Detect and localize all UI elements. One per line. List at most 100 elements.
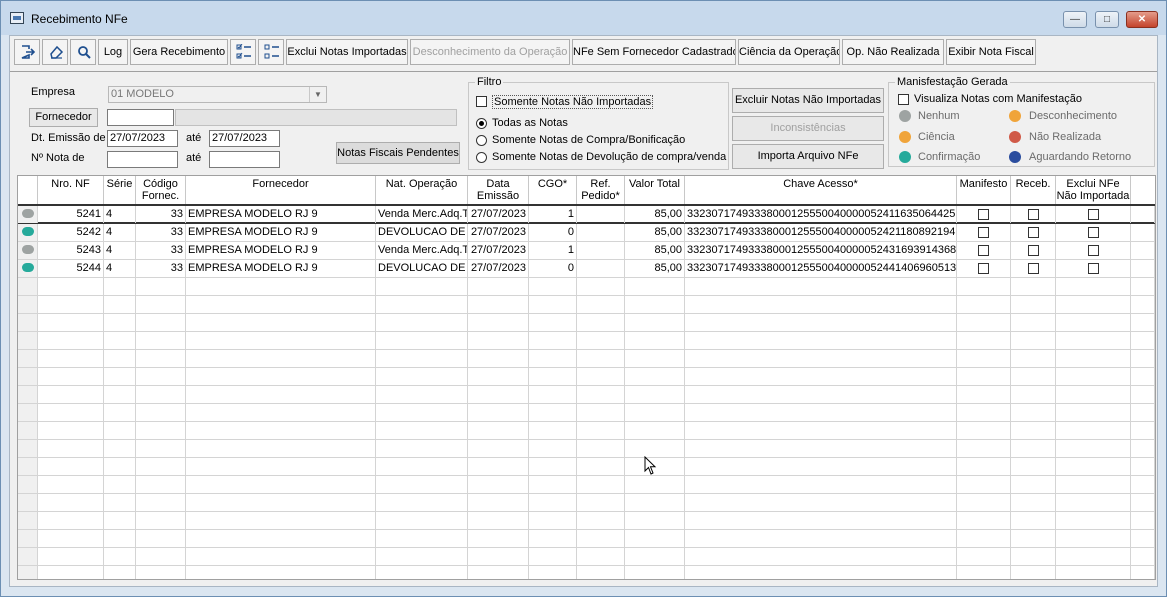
- somente-nao-importadas-checkbox[interactable]: [476, 96, 487, 107]
- cell-serie: [104, 368, 136, 385]
- table-row[interactable]: 5244 4 33 EMPRESA MODELO RJ 9 DEVOLUCAO DE 27…: [18, 260, 1155, 278]
- cell-valor: [625, 476, 685, 493]
- cell-chave: [685, 548, 957, 565]
- inconsistencias-button[interactable]: Inconsistências: [732, 116, 884, 141]
- visualiza-manifestacao-label: Visualiza Notas com Manifestação: [914, 93, 1082, 105]
- receb-checkbox[interactable]: [1027, 263, 1039, 274]
- close-button[interactable]: ✕: [1126, 11, 1158, 28]
- cell-cgo: [529, 458, 577, 475]
- exclui-checkbox[interactable]: [1087, 209, 1099, 220]
- table-row[interactable]: 5243 4 33 EMPRESA MODELO RJ 9 Venda Merc.Adq…: [18, 242, 1155, 260]
- importa-arquivo-button[interactable]: Importa Arquivo NFe: [732, 144, 884, 169]
- nota-ate-input[interactable]: [209, 151, 280, 168]
- table-row[interactable]: 5241 4 33 EMPRESA MODELO RJ 9 Venda Merc.Adq…: [18, 206, 1155, 224]
- manifesto-checkbox[interactable]: [978, 263, 989, 274]
- notas-grid[interactable]: Nro. NF Série Código Fornec. Fornecedor N…: [17, 175, 1156, 580]
- notas-pendentes-button[interactable]: Notas Fiscais Pendentes: [336, 142, 460, 164]
- cell-nat: [376, 314, 468, 331]
- receb-checkbox[interactable]: [1027, 245, 1039, 256]
- empresa-select[interactable]: 01 MODELO ▼: [108, 86, 327, 103]
- op-nao-realizada-button[interactable]: Op. Não Realizada: [842, 39, 944, 65]
- header-exclui-label: Exclui NFe: [1066, 178, 1120, 190]
- eraser-icon: [50, 45, 64, 59]
- cell-valor: [625, 386, 685, 403]
- empty-row: [18, 386, 1155, 404]
- cell-exclui: [1056, 440, 1131, 457]
- cell-ref: [577, 440, 625, 457]
- compra-radio[interactable]: [476, 135, 487, 146]
- cell-ref: [577, 458, 625, 475]
- status-dot-icon: [22, 245, 34, 254]
- header-exclui-nfe[interactable]: Exclui NFe Não Importada: [1056, 176, 1131, 204]
- status-dot-icon: [22, 263, 34, 272]
- exclui-checkbox[interactable]: [1087, 227, 1099, 238]
- header-valor-total[interactable]: Valor Total: [625, 176, 685, 204]
- ciencia-operacao-button[interactable]: Ciência da Operação: [738, 39, 840, 65]
- exclui-checkbox[interactable]: [1087, 263, 1099, 274]
- dt-emissao-de-input[interactable]: 27/07/2023: [107, 130, 178, 147]
- search-button[interactable]: [70, 39, 96, 65]
- header-codigo[interactable]: Código Fornec.: [136, 176, 186, 204]
- receb-checkbox[interactable]: [1027, 209, 1039, 220]
- nota-de-input[interactable]: [107, 151, 178, 168]
- header-fornecedor[interactable]: Fornecedor: [186, 176, 376, 204]
- nfe-sem-fornecedor-button[interactable]: NFe Sem Fornecedor Cadastrado: [572, 39, 736, 65]
- cell-cgo: [529, 530, 577, 547]
- uncheck-all-button[interactable]: [258, 39, 284, 65]
- header-serie[interactable]: Série: [104, 176, 136, 204]
- header-cgo[interactable]: CGO*: [529, 176, 577, 204]
- visualiza-manifestacao-checkbox[interactable]: [898, 94, 909, 105]
- header-cgo-label: CGO*: [537, 178, 568, 190]
- cell-fornecedor: EMPRESA MODELO RJ 9: [186, 260, 376, 277]
- cell-exclui: [1056, 206, 1131, 223]
- cell-manifesto: [957, 224, 1011, 241]
- cell-nro: [38, 404, 104, 421]
- cell-manifesto: [957, 548, 1011, 565]
- header-nat-operacao[interactable]: Nat. Operação: [376, 176, 468, 204]
- empty-row: [18, 332, 1155, 350]
- header-ref-pedido[interactable]: Ref. Pedido*: [577, 176, 625, 204]
- exit-button[interactable]: [14, 39, 40, 65]
- cell-receb: [1011, 296, 1056, 313]
- cell-exclui: [1056, 242, 1131, 259]
- log-button[interactable]: Log: [98, 39, 128, 65]
- todas-notas-radio[interactable]: [476, 118, 487, 129]
- minimize-button[interactable]: —: [1063, 11, 1087, 28]
- cell-valor: [625, 350, 685, 367]
- fornecedor-code-input[interactable]: [107, 109, 174, 126]
- cell-cgo: [529, 512, 577, 529]
- empty-row: [18, 296, 1155, 314]
- cell-exclui: [1056, 350, 1131, 367]
- header-chave-acesso[interactable]: Chave Acesso*: [685, 176, 957, 204]
- manifesto-checkbox[interactable]: [978, 227, 989, 238]
- cell-serie: [104, 296, 136, 313]
- receb-checkbox[interactable]: [1027, 227, 1039, 238]
- nota-ate-label: até: [186, 152, 202, 164]
- header-receb[interactable]: Receb.: [1011, 176, 1056, 204]
- exibir-nota-fiscal-button[interactable]: Exibir Nota Fiscal: [946, 39, 1036, 65]
- cell-filler: [1131, 278, 1155, 295]
- exclui-notas-importadas-button[interactable]: Exclui Notas Importadas: [286, 39, 408, 65]
- desconhecimento-button[interactable]: Desconhecimento da Operação: [410, 39, 570, 65]
- gera-recebimento-button[interactable]: Gera Recebimento: [130, 39, 228, 65]
- manifesto-checkbox[interactable]: [978, 245, 989, 256]
- maximize-button[interactable]: □: [1095, 11, 1119, 28]
- excluir-nao-importadas-button[interactable]: Excluir Notas Não Importadas: [732, 88, 884, 113]
- dt-emissao-ate-input[interactable]: 27/07/2023: [209, 130, 280, 147]
- grid-header: Nro. NF Série Código Fornec. Fornecedor N…: [18, 176, 1155, 206]
- fornecedor-button[interactable]: Fornecedor: [29, 108, 98, 127]
- cell-manifesto: [957, 458, 1011, 475]
- manifesto-checkbox[interactable]: [978, 209, 989, 220]
- header-nro-nf[interactable]: Nro. NF: [38, 176, 104, 204]
- check-all-button[interactable]: [230, 39, 256, 65]
- header-manifesto[interactable]: Manifesto: [957, 176, 1011, 204]
- clear-button[interactable]: [42, 39, 68, 65]
- cell-cgo: [529, 332, 577, 349]
- cell-chave: [685, 494, 957, 511]
- cell-chave: [685, 404, 957, 421]
- app-window-icon: [10, 12, 24, 24]
- header-data-emissao[interactable]: Data Emissão: [468, 176, 529, 204]
- devolucao-radio[interactable]: [476, 152, 487, 163]
- exclui-checkbox[interactable]: [1087, 245, 1099, 256]
- table-row[interactable]: 5242 4 33 EMPRESA MODELO RJ 9 DEVOLUCAO DE 27…: [18, 224, 1155, 242]
